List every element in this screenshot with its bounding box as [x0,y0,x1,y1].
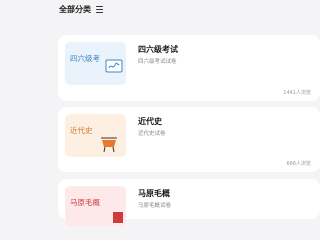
card-thumbnail: 四六级考 [65,42,126,85]
thumbnail-label: 马原毛概 [70,198,100,207]
card-title: 近代史 [138,117,162,126]
card-title: 四六级考试 [138,45,178,54]
exam-card-cet[interactable]: 四六级考 四六级考试 四六级考试试卷 1441人浏览 [58,35,320,101]
view-count: 1441人浏览 [283,90,311,96]
exam-card-modern-history[interactable]: 近代史 近代史 近代史试卷 666人浏览 [58,107,320,172]
card-thumbnail: 马原毛概 [65,186,126,226]
cauldron-icon [101,137,117,153]
card-title: 马原毛概 [138,189,170,198]
card-thumbnail: 近代史 [65,114,126,157]
thumbnail-label: 近代史 [70,126,93,135]
card-subtitle: 近代史试卷 [138,131,166,137]
card-subtitle: 四六级考试试卷 [138,59,177,65]
view-count: 666人浏览 [286,161,311,167]
certificate-icon [105,59,123,73]
menu-icon [96,6,103,13]
book-icon [113,212,123,223]
card-subtitle: 马原毛概试卷 [138,203,172,209]
thumbnail-label: 四六级考 [70,54,100,63]
exam-card-marxism[interactable]: 马原毛概 马原毛概 马原毛概试卷 [58,179,320,226]
category-filter-button[interactable]: 全部分类 [59,1,121,18]
category-filter-label: 全部分类 [59,5,91,14]
